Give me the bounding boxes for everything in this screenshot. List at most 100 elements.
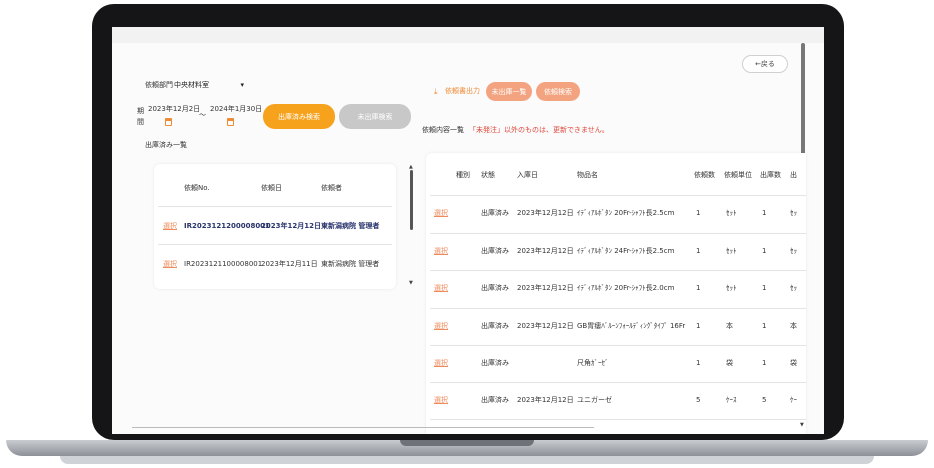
- row-date: 2023年12月12日: [517, 396, 574, 404]
- row-item: 尺角ｶﾞｰｾﾞ: [577, 359, 609, 367]
- search-unshipped-button[interactable]: 未出庫検索: [339, 104, 411, 129]
- download-icon[interactable]: ⤓: [434, 88, 442, 96]
- row-status: 出庫済み: [481, 209, 509, 217]
- divider: [430, 419, 806, 420]
- dept-label: 依頼部門: [145, 81, 173, 89]
- col-request-no: 依頼No.: [184, 184, 210, 192]
- col-out-qty: 出庫数: [760, 171, 781, 179]
- row-item: GB胃瘻ﾊﾞﾙｰﾝﾌｫｰﾙﾃﾞｨﾝｸﾞﾀｲﾌﾟ 16Fr: [577, 322, 686, 330]
- select-link[interactable]: 選択: [434, 285, 448, 292]
- row-out-unit: ｾｯ: [790, 247, 797, 255]
- row-item: ユニガーゼ: [577, 396, 612, 404]
- request-search-button[interactable]: 依頼検索: [536, 82, 580, 101]
- request-content-table: 種別 状態 入庫日 物品名 依頼数 依頼単位 出庫数 出 選択 出庫済み 202…: [426, 153, 806, 434]
- divider: [430, 233, 806, 234]
- row-out-unit: 袋: [790, 359, 797, 367]
- row-unit: ｾｯﾄ: [726, 247, 737, 255]
- period-label: 期間: [137, 107, 144, 126]
- divider: [430, 345, 806, 346]
- row-unit: ｾｯﾄ: [726, 284, 737, 292]
- laptop-notch: [400, 440, 534, 446]
- divider: [158, 244, 392, 245]
- col-requester: 依頼者: [321, 184, 342, 192]
- divider: [430, 308, 806, 309]
- scroll-down-icon[interactable]: ▼: [800, 422, 804, 428]
- row-status: 出庫済み: [481, 396, 509, 404]
- back-button[interactable]: ←戻る: [742, 55, 788, 73]
- row-requester: 東新潟病院 管理者: [321, 222, 380, 230]
- date-separator: ～: [199, 111, 206, 119]
- col-out-unit: 出: [790, 171, 797, 179]
- chevron-down-icon: ▾: [240, 81, 244, 89]
- select-link[interactable]: 選択: [163, 223, 177, 230]
- update-notice: 「未発注」以外のものは、更新できません。: [469, 126, 609, 134]
- calendar-to-icon[interactable]: [227, 118, 234, 126]
- row-unit: ｹｰｽ: [726, 396, 737, 404]
- shipped-list-title: 出庫済み一覧: [145, 141, 187, 149]
- row-requester: 東新潟病院 管理者: [321, 260, 380, 268]
- select-link[interactable]: 選択: [434, 323, 448, 330]
- col-received-date: 入庫日: [517, 171, 538, 179]
- row-date: 2023年12月12日: [517, 322, 574, 330]
- divider: [158, 206, 392, 207]
- row-out-qty: 1: [762, 247, 767, 255]
- date-from: 2023年12月2日: [148, 105, 201, 113]
- select-link[interactable]: 選択: [434, 248, 448, 255]
- col-item-name: 物品名: [577, 171, 598, 179]
- row-qty: 1: [696, 359, 701, 367]
- top-strip: [112, 27, 824, 43]
- row-out-unit: ｹｰ: [790, 396, 797, 404]
- row-date: 2023年12月12日: [517, 284, 574, 292]
- row-request-no: IR2023121200008001: [184, 222, 270, 230]
- date-to: 2024年1月30日: [210, 105, 263, 113]
- laptop-shadow: [60, 456, 874, 464]
- row-status: 出庫済み: [481, 359, 509, 367]
- row-item: ｲﾃﾞｨｱﾙﾎﾞﾀﾝ 24Fr-ｼｬﾌﾄ長2.5cm: [577, 247, 675, 255]
- row-unit: 本: [726, 322, 733, 330]
- left-table-scrollbar[interactable]: [410, 170, 413, 230]
- horizontal-scrollbar[interactable]: [132, 427, 594, 428]
- col-request-qty: 依頼数: [694, 171, 715, 179]
- row-qty: 1: [696, 209, 701, 217]
- row-qty: 5: [696, 396, 701, 404]
- divider: [430, 382, 806, 383]
- select-link[interactable]: 選択: [434, 210, 448, 217]
- unshipped-list-button[interactable]: 未出庫一覧: [486, 82, 532, 101]
- col-request-unit: 依頼単位: [724, 171, 752, 179]
- row-request-date: 2023年12月12日: [261, 222, 321, 230]
- col-request-date: 依頼日: [261, 184, 282, 192]
- row-date: 2023年12月12日: [517, 209, 574, 217]
- row-status: 出庫済み: [481, 284, 509, 292]
- divider: [430, 270, 806, 271]
- select-link[interactable]: 選択: [434, 360, 448, 367]
- app-screen: ←戻る 依頼部門 中央材料室 ▾ 期間 2023年12月2日 ～ 2024年1月…: [112, 27, 824, 434]
- dept-select[interactable]: 中央材料室 ▾: [174, 79, 244, 91]
- row-unit: ｾｯﾄ: [726, 209, 737, 217]
- row-request-no: IR2023121100008001: [184, 260, 263, 268]
- shipped-list-table: 依頼No. 依頼日 依頼者 選択 IR2023121200008001 2023…: [154, 164, 396, 289]
- row-status: 出庫済み: [481, 247, 509, 255]
- select-link[interactable]: 選択: [163, 261, 177, 268]
- row-out-qty: 1: [762, 322, 767, 330]
- row-out-qty: 1: [762, 359, 767, 367]
- row-out-unit: ｾｯ: [790, 284, 797, 292]
- row-out-qty: 1: [762, 209, 767, 217]
- col-type: 種別: [456, 171, 470, 179]
- col-status: 状態: [481, 171, 495, 179]
- divider: [430, 195, 806, 196]
- scroll-down-icon[interactable]: ▼: [409, 280, 413, 286]
- select-link[interactable]: 選択: [434, 397, 448, 404]
- search-shipped-button[interactable]: 出庫済み検索: [263, 104, 335, 129]
- calendar-from-icon[interactable]: [165, 118, 172, 126]
- request-output-link[interactable]: 依頼書出力: [445, 88, 480, 95]
- row-request-date: 2023年12月11日: [261, 260, 318, 268]
- row-out-qty: 1: [762, 284, 767, 292]
- row-item: ｲﾃﾞｨｱﾙﾎﾞﾀﾝ 20Fr-ｼｬﾌﾄ長2.0cm: [577, 284, 675, 292]
- row-unit: 袋: [726, 359, 733, 367]
- dept-select-value: 中央材料室: [174, 81, 209, 89]
- row-qty: 1: [696, 322, 701, 330]
- row-out-qty: 5: [762, 396, 767, 404]
- row-out-unit: ｾｯ: [790, 209, 797, 217]
- row-date: 2023年12月12日: [517, 247, 574, 255]
- row-item: ｲﾃﾞｨｱﾙﾎﾞﾀﾝ 20Fr-ｼｬﾌﾄ長2.5cm: [577, 209, 675, 217]
